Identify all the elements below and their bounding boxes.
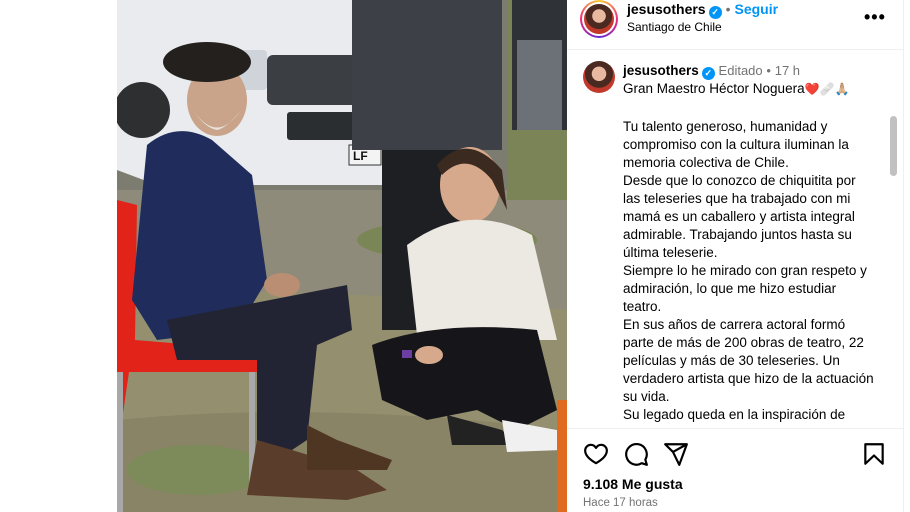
caption-body: Tu talento generoso, humanidad y comprom…: [623, 119, 874, 422]
caption-verified-icon: ✓: [701, 67, 715, 80]
caption-dot: •: [766, 63, 771, 78]
caption-header: jesusothers ✓ Editado • 17 h: [623, 63, 800, 80]
post-photo[interactable]: LF: [117, 0, 567, 512]
story-ring[interactable]: [580, 0, 618, 38]
caption-avatar[interactable]: [583, 61, 615, 93]
save-bookmark-icon[interactable]: [861, 441, 887, 467]
verified-badge-icon: ✓: [708, 6, 722, 19]
avatar-frame: [582, 2, 616, 36]
svg-text:LF: LF: [353, 149, 368, 163]
more-options-icon[interactable]: •••: [864, 7, 886, 28]
caption-title: Gran Maestro Héctor Noguera: [623, 81, 805, 96]
likes-count[interactable]: 9.108 Me gusta: [583, 476, 683, 492]
location-link[interactable]: Santiago de Chile: [627, 20, 722, 34]
caption-emojis: ❤️🩹🙏🏼: [804, 82, 850, 96]
comment-icon[interactable]: [623, 441, 649, 467]
caption-area[interactable]: jesusothers ✓ Editado • 17 h Gran Maestro…: [567, 50, 903, 428]
posted-time[interactable]: Hace 17 horas: [583, 497, 658, 509]
separator-dot: •: [725, 1, 731, 17]
header-username[interactable]: jesusothers: [627, 1, 706, 17]
page-background: [0, 0, 117, 512]
actions-bar: 9.108 Me gusta Hace 17 horas: [567, 428, 903, 512]
caption-time: 17 h: [774, 63, 801, 78]
photo-illustration: LF: [117, 0, 567, 512]
post-header: jesusothers ✓ • Seguir Santiago de Chile ••…: [567, 0, 903, 50]
edited-label: Editado: [718, 63, 763, 78]
window-edge: [903, 0, 910, 512]
post-side-panel: jesusothers ✓ • Seguir Santiago de Chile ••…: [567, 0, 903, 512]
like-heart-icon[interactable]: [583, 441, 609, 467]
caption-first-line: Gran Maestro Héctor Noguera❤️🩹🙏🏼: [623, 81, 849, 96]
share-send-icon[interactable]: [663, 441, 689, 467]
follow-button[interactable]: Seguir: [735, 1, 779, 17]
header-user-line: jesusothers ✓ • Seguir: [627, 1, 778, 19]
scrollbar-thumb[interactable]: [890, 116, 897, 176]
caption-username[interactable]: jesusothers: [623, 63, 699, 78]
avatar[interactable]: [584, 4, 614, 34]
